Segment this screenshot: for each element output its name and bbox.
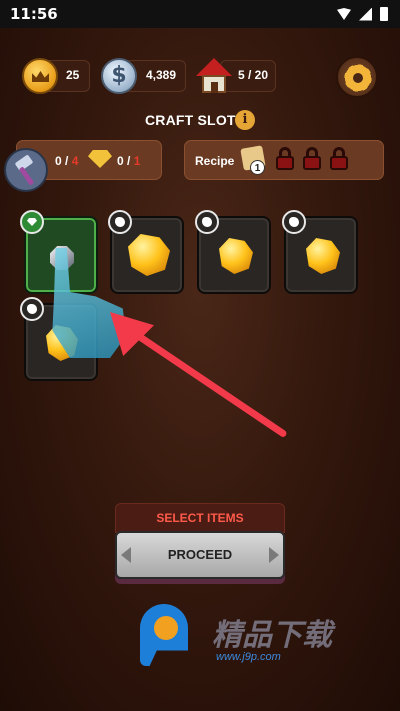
lock-icon [330,147,348,171]
battery-icon [380,7,388,21]
coin-icon [101,58,137,94]
crown-icon [22,58,58,94]
signal-icon [359,7,372,21]
info-icon[interactable]: i [235,110,255,130]
lock-icon [276,147,294,171]
tutorial-arrow-icon [118,320,288,439]
gold-nugget-icon [128,234,170,276]
ore-badge-icon [20,297,44,321]
house-icon [196,58,232,94]
status-icons [337,7,388,21]
ore-badge-icon [108,210,132,234]
status-time: 11:56 [10,5,58,23]
watermark-brand: 精品下载 [212,618,332,653]
coin-count: 4,389 [146,68,177,82]
item-requirement: 0 / 4 [55,154,79,168]
recipe-label: Recipe [195,154,235,168]
gem-requirement: 0 / 1 [117,154,141,168]
recipe-count-badge: 1 [250,160,265,175]
crown-count: 25 [66,68,80,82]
lock-icon [303,147,321,171]
ore-badge-icon [282,210,306,234]
status-bar: 11:56 [0,0,400,28]
gold-nugget-icon [219,238,253,274]
wifi-icon [337,8,351,20]
craft-hammer-icon[interactable] [4,148,48,192]
gear-icon [345,65,371,91]
select-items-label: SELECT ITEMS [115,503,285,533]
proceed-button[interactable]: PROCEED [115,531,285,579]
settings-button[interactable] [336,56,378,98]
gem-badge-icon [20,210,44,234]
watermark-url: www.j9p.com [216,651,281,663]
house-count: 5 / 20 [238,68,269,82]
ore-badge-icon [195,210,219,234]
watermark-logo-icon [140,604,206,670]
craft-slot-title: CRAFT SLOT [145,112,236,128]
gold-nugget-icon [306,238,340,274]
